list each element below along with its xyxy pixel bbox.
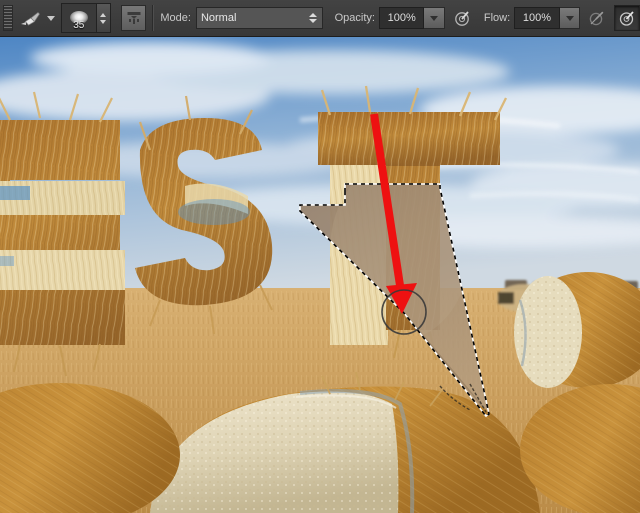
stepper-down-icon[interactable]: [100, 19, 107, 24]
stepper-updown-icon: [308, 13, 317, 23]
stepper-up-icon[interactable]: [100, 12, 107, 17]
flow-input[interactable]: 100%: [514, 7, 560, 29]
flow-value: 100%: [522, 12, 551, 24]
image-canvas[interactable]: [0, 37, 640, 513]
flow-label: Flow:: [483, 12, 511, 24]
brush-size-stepper[interactable]: [95, 4, 110, 32]
brush-preset-control[interactable]: 35: [60, 3, 111, 33]
blend-mode-value: Normal: [200, 12, 237, 24]
brush-preset-picker-caret[interactable]: [43, 5, 59, 31]
opacity-slider-button[interactable]: [424, 7, 446, 29]
airbrush-button[interactable]: [585, 6, 609, 30]
airbrush-disabled-icon: [590, 11, 604, 26]
flow-slider-button[interactable]: [559, 7, 581, 29]
drag-gripper[interactable]: [3, 5, 13, 31]
blend-mode-select[interactable]: Normal: [195, 7, 323, 29]
tablet-pressure-button[interactable]: [614, 5, 640, 31]
opacity-label: Opacity:: [334, 12, 375, 24]
mode-label: Mode:: [160, 12, 191, 24]
pressure-opacity-icon: [455, 11, 469, 26]
chevron-down-icon: [565, 15, 574, 21]
tablet-pressure-size-icon: [619, 11, 634, 26]
tool-options-bar: 35 Mode: Normal Opacity: 100% Flow: 100%: [0, 0, 640, 37]
opacity-input[interactable]: 100%: [378, 7, 425, 29]
chevron-down-icon: [46, 15, 55, 21]
opacity-value: 100%: [387, 12, 416, 24]
brush-tool-icon[interactable]: [17, 5, 43, 31]
photoshop-window: 35 Mode: Normal Opacity: 100% Flow: 100%: [0, 0, 640, 513]
toolbar-divider: [152, 5, 155, 31]
brush-size-label: 35: [73, 20, 85, 31]
brush-panel-toggle-icon: [127, 12, 141, 24]
chevron-down-icon: [430, 15, 439, 21]
soft-round-brush-thumbnail[interactable]: 35: [61, 4, 96, 32]
pressure-opacity-button[interactable]: [450, 6, 474, 30]
brush-panel-toggle-button[interactable]: [120, 5, 147, 31]
